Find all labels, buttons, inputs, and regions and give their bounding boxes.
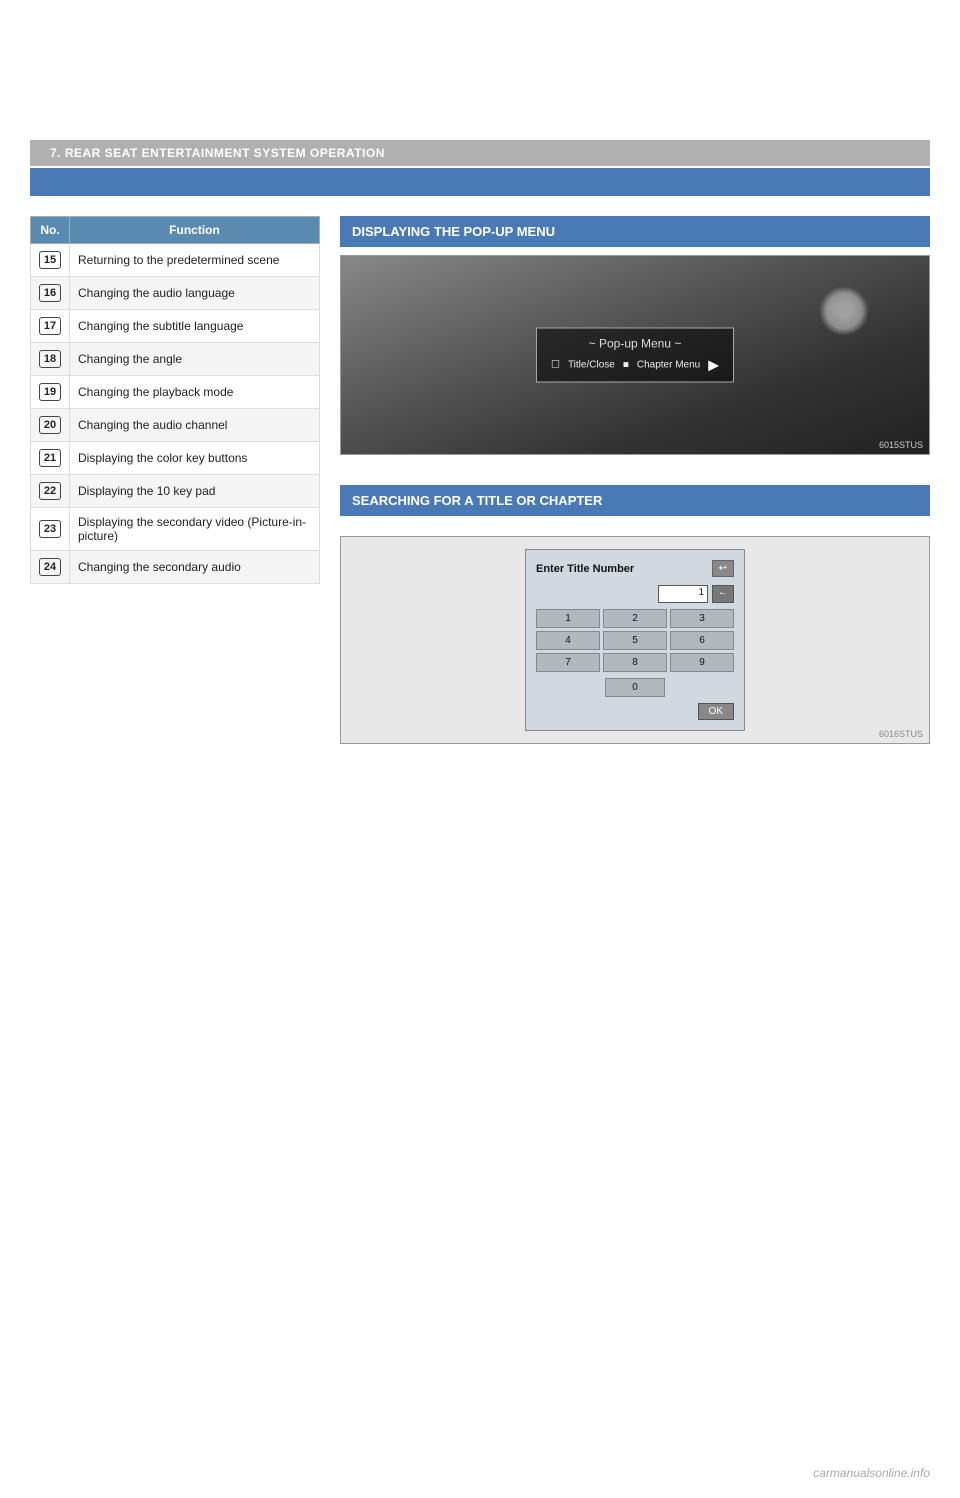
popup-menu-items: ☐ Title/Close ■ Chapter Menu ▶ — [551, 357, 719, 374]
popup-play-icon: ▶ — [708, 357, 719, 374]
popup-section-title: DISPLAYING THE POP-UP MENU — [352, 224, 555, 239]
num-badge: 18 — [39, 350, 61, 368]
numpad-button-2[interactable]: 2 — [603, 609, 667, 628]
table-cell-no: 15 — [31, 244, 70, 277]
watermark-area: carmanualsonline.info — [813, 1466, 930, 1480]
table-cell-function: Displaying the 10 key pad — [70, 475, 320, 508]
popup-item2: Chapter Menu — [637, 360, 700, 371]
section-header-text: 7. REAR SEAT ENTERTAINMENT SYSTEM OPERAT… — [50, 146, 385, 160]
popup-image-code: 6015STUS — [879, 440, 923, 450]
popup-checkbox-icon: ☐ — [551, 360, 560, 371]
popup-section-header: DISPLAYING THE POP-UP MENU — [340, 216, 930, 247]
num-badge: 17 — [39, 317, 61, 335]
numpad-button-5[interactable]: 5 — [603, 631, 667, 650]
table-cell-no: 22 — [31, 475, 70, 508]
left-column: No. Function 15 Returning to the predeter… — [30, 216, 320, 744]
numpad-button-4[interactable]: 4 — [536, 631, 600, 650]
num-badge: 24 — [39, 558, 61, 576]
dialog-input[interactable]: 1 — [658, 585, 708, 603]
dialog-image-code: 6016STUS — [879, 729, 923, 739]
table-row: 23 Displaying the secondary video (Pictur… — [31, 508, 320, 551]
popup-overlay: ~ Pop-up Menu ~ ☐ Title/Close ■ Chapter … — [536, 328, 734, 383]
table-cell-no: 16 — [31, 277, 70, 310]
function-table: No. Function 15 Returning to the predeter… — [30, 216, 320, 584]
dialog-ok-button[interactable]: OK — [698, 703, 734, 720]
table-cell-function: Displaying the color key buttons — [70, 442, 320, 475]
dialog-numpad: 123 456 789 — [536, 609, 734, 672]
table-row: 24 Changing the secondary audio — [31, 551, 320, 584]
search-section-title: SEARCHING FOR A TITLE OR CHAPTER — [352, 493, 602, 508]
numpad-button-7[interactable]: 7 — [536, 653, 600, 672]
col-header-no: No. — [31, 217, 70, 244]
right-column: DISPLAYING THE POP-UP MENU ~ Pop-up Menu… — [340, 216, 930, 744]
num-badge: 15 — [39, 251, 61, 269]
num-badge: 20 — [39, 416, 61, 434]
accent-bar — [30, 168, 930, 196]
dialog-zero-button[interactable]: 0 — [605, 678, 665, 697]
table-row: 22 Displaying the 10 key pad — [31, 475, 320, 508]
table-cell-no: 18 — [31, 343, 70, 376]
num-badge: 19 — [39, 383, 61, 401]
page-wrapper: 7. REAR SEAT ENTERTAINMENT SYSTEM OPERAT… — [0, 140, 960, 1498]
table-cell-no: 20 — [31, 409, 70, 442]
table-row: 20 Changing the audio channel — [31, 409, 320, 442]
table-cell-no: 17 — [31, 310, 70, 343]
title-dialog-inner: Enter Title Number ↩ 1 ← 123456789 0 OK — [525, 549, 745, 731]
popup-item1: Title/Close — [568, 360, 615, 371]
popup-overlay-title: ~ Pop-up Menu ~ — [551, 337, 719, 351]
col-header-function: Function — [70, 217, 320, 244]
num-badge: 16 — [39, 284, 61, 302]
numpad-button-6[interactable]: 6 — [670, 631, 734, 650]
table-row: 21 Displaying the color key buttons — [31, 442, 320, 475]
table-cell-no: 23 — [31, 508, 70, 551]
dialog-delete-button[interactable]: ← — [712, 585, 734, 603]
table-cell-function: Changing the secondary audio — [70, 551, 320, 584]
sun-decoration — [819, 286, 869, 336]
numpad-button-9[interactable]: 9 — [670, 653, 734, 672]
num-badge: 21 — [39, 449, 61, 467]
num-badge: 23 — [39, 520, 61, 538]
table-cell-function: Changing the subtitle language — [70, 310, 320, 343]
dialog-input-row: 1 ← — [536, 585, 734, 603]
table-cell-no: 21 — [31, 442, 70, 475]
table-cell-function: Changing the audio language — [70, 277, 320, 310]
table-cell-no: 19 — [31, 376, 70, 409]
dialog-zero-row: 0 — [536, 678, 734, 697]
table-row: 19 Changing the playback mode — [31, 376, 320, 409]
table-cell-no: 24 — [31, 551, 70, 584]
num-badge: 22 — [39, 482, 61, 500]
search-section-header: SEARCHING FOR A TITLE OR CHAPTER — [340, 485, 930, 516]
section-header-bar: 7. REAR SEAT ENTERTAINMENT SYSTEM OPERAT… — [30, 140, 930, 166]
dialog-ok-row: OK — [536, 703, 734, 720]
numpad-button-1[interactable]: 1 — [536, 609, 600, 628]
table-cell-function: Changing the angle — [70, 343, 320, 376]
table-cell-function: Displaying the secondary video (Picture-… — [70, 508, 320, 551]
title-dialog-area: Enter Title Number ↩ 1 ← 123456789 0 OK — [340, 536, 930, 744]
dialog-back-button[interactable]: ↩ — [712, 560, 734, 577]
popup-image: ~ Pop-up Menu ~ ☐ Title/Close ■ Chapter … — [340, 255, 930, 455]
watermark-text: carmanualsonline.info — [813, 1466, 930, 1480]
table-cell-function: Changing the audio channel — [70, 409, 320, 442]
dialog-title-row: Enter Title Number ↩ — [536, 560, 734, 577]
table-row: 16 Changing the audio language — [31, 277, 320, 310]
dialog-title: Enter Title Number — [536, 563, 634, 575]
table-row: 18 Changing the angle — [31, 343, 320, 376]
table-cell-function: Returning to the predetermined scene — [70, 244, 320, 277]
popup-separator: ■ — [623, 360, 629, 371]
main-content: No. Function 15Returning to the predeter… — [30, 216, 930, 744]
numpad-button-3[interactable]: 3 — [670, 609, 734, 628]
table-row: 15 Returning to the predetermined scene — [31, 244, 320, 277]
table-cell-function: Changing the playback mode — [70, 376, 320, 409]
numpad-button-8[interactable]: 8 — [603, 653, 667, 672]
table-row: 17 Changing the subtitle language — [31, 310, 320, 343]
